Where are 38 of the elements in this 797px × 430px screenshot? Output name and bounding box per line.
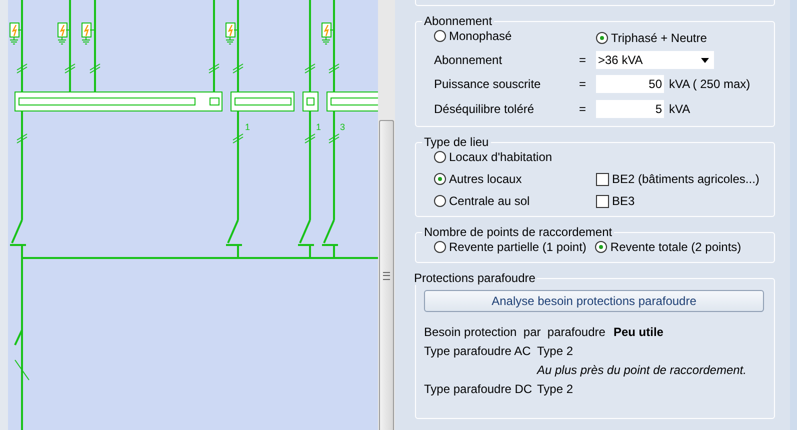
radio-option[interactable]: Monophasé — [434, 29, 512, 43]
grip-icon — [383, 272, 390, 280]
group-title: Type de lieu — [423, 135, 490, 149]
radio-option[interactable]: Centrale au sol — [434, 194, 530, 208]
caret-icon — [701, 58, 709, 62]
checkbox-option[interactable]: BE3 — [596, 194, 635, 208]
result-value: Peu utile — [613, 324, 664, 338]
equals-sign: = — [579, 102, 588, 116]
checkbox-option[interactable]: BE2 (bâtiments agricoles...) — [596, 172, 760, 186]
input-field[interactable]: 50 — [596, 75, 664, 93]
result-label: Besoin protection par parafoudre — [424, 324, 606, 338]
equals-sign: = — [579, 53, 588, 67]
scrollbar-thumb[interactable] — [379, 120, 394, 430]
field-label: Déséquilibre toléré — [434, 102, 536, 116]
radio-option[interactable]: Autres locaux — [434, 172, 522, 186]
field-label: Abonnement — [434, 53, 504, 67]
result-value: Type 2 — [537, 382, 574, 396]
unit-label: kVA — [669, 102, 690, 116]
radio-option[interactable]: Triphasé + Neutre — [596, 31, 707, 45]
result-label: Type parafoudre DC — [424, 382, 534, 396]
radio-option[interactable]: Revente partielle (1 point) — [434, 240, 586, 254]
analyse-button[interactable]: Analyse besoin protections parafoudre — [424, 290, 764, 312]
radio-option[interactable]: Revente totale (2 points) — [595, 240, 742, 254]
line-count-label: 1 — [316, 122, 322, 132]
unit-label: kVA ( 250 max) — [669, 77, 750, 91]
equals-sign: = — [579, 77, 588, 91]
group-title: Abonnement — [423, 14, 494, 28]
note-text: Au plus près du point de raccordement. — [537, 362, 746, 376]
result-label: Type parafoudre AC — [424, 344, 532, 358]
group-title: Nombre de points de raccordement — [423, 225, 614, 239]
line-count-label: 1 — [245, 122, 250, 132]
line-count-label: 3 — [340, 122, 346, 132]
field-label: Puissance souscrite — [434, 77, 542, 91]
dropdown[interactable]: >36 kVA — [596, 51, 714, 69]
radio-option[interactable]: Locaux d'habitation — [434, 150, 552, 164]
input-field[interactable]: 5 — [596, 100, 664, 118]
result-value: Type 2 — [537, 344, 574, 358]
group-title: Protections parafoudre — [413, 271, 536, 285]
